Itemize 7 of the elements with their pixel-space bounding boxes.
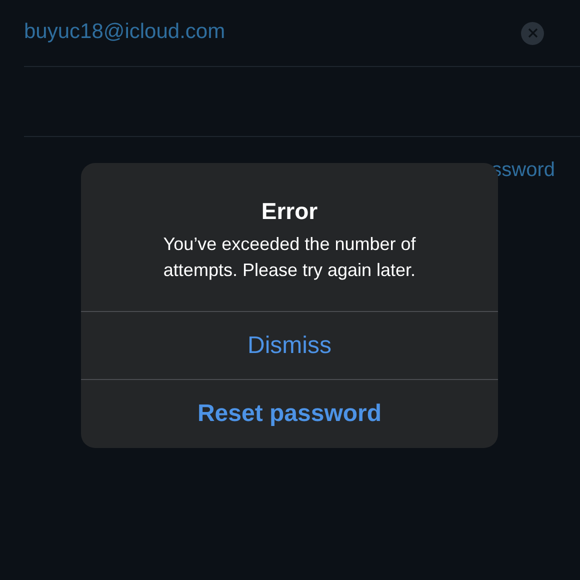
- clear-button[interactable]: [521, 22, 544, 44]
- alert-button[interactable]: Dismiss: [81, 311, 498, 379]
- alert-message: You’ve exceeded the number of attempts. Please try again later.: [162, 232, 417, 282]
- close-icon: [528, 28, 538, 38]
- alert-button[interactable]: Reset password: [81, 379, 498, 447]
- alert-title: Error: [261, 197, 318, 226]
- email-field[interactable]: buyuc18@icloud.com: [24, 12, 521, 52]
